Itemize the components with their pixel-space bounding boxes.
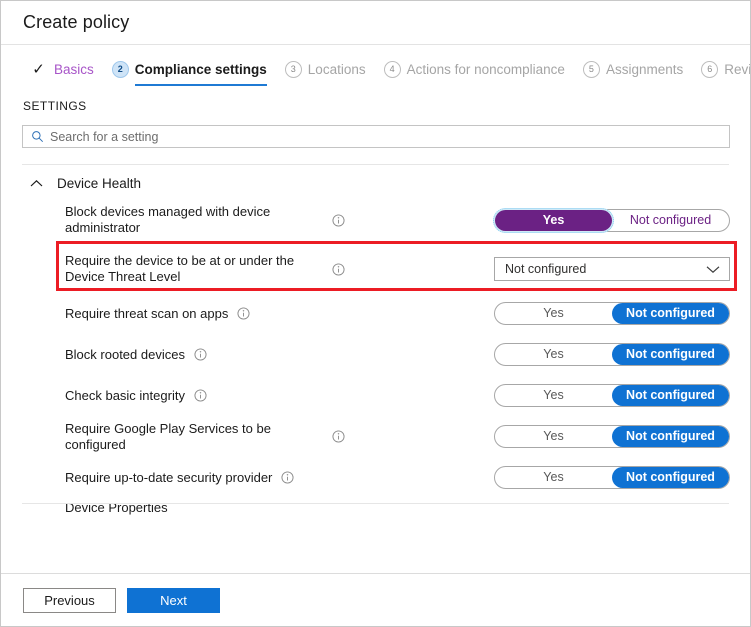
- toggle-check-basic-integrity[interactable]: Yes Not configured: [494, 384, 730, 407]
- dropdown-selected-value: Not configured: [505, 262, 587, 276]
- wizard-step-label: Actions for noncompliance: [406, 61, 565, 77]
- info-icon[interactable]: [237, 307, 250, 320]
- info-icon[interactable]: [281, 471, 294, 484]
- wizard-step-label: Basics: [54, 61, 94, 77]
- wizard-step-label: Assignments: [605, 61, 684, 77]
- dialog-title-bar: Create policy: [1, 1, 750, 45]
- step-number-badge: 3: [284, 60, 302, 78]
- toggle-option-yes[interactable]: Yes: [495, 303, 612, 324]
- toggle-option-not-configured[interactable]: Not configured: [612, 210, 729, 231]
- toggle-option-yes[interactable]: Yes: [493, 207, 614, 233]
- wizard-step-review[interactable]: 6 Review: [701, 52, 750, 86]
- setting-control: Yes Not configured: [494, 425, 730, 448]
- setting-row-block-device-administrator: Block devices managed with device admini…: [1, 195, 750, 245]
- setting-control: Yes Not configured: [493, 207, 730, 233]
- info-icon[interactable]: [194, 389, 207, 402]
- step-number-badge: 4: [383, 60, 401, 78]
- wizard-step-basics[interactable]: ✓ Basics: [29, 52, 103, 86]
- toggle-require-threat-scan-on-apps[interactable]: Yes Not configured: [494, 302, 730, 325]
- wizard-step-label: Locations: [307, 61, 366, 77]
- wizard-step-bar: ✓ Basics 2 Compliance settings 3 Locatio…: [1, 45, 750, 93]
- search-icon: [31, 130, 44, 143]
- check-icon: ✓: [32, 61, 45, 78]
- settings-rows: Block devices managed with device admini…: [1, 195, 750, 498]
- toggle-option-not-configured[interactable]: Not configured: [612, 344, 729, 365]
- setting-row-require-up-to-date-security-provider: Require up-to-date security provider Yes…: [1, 457, 750, 498]
- step-number-badge: 5: [582, 60, 600, 78]
- toggle-block-rooted-devices[interactable]: Yes Not configured: [494, 343, 730, 366]
- setting-control: Yes Not configured: [494, 466, 730, 489]
- info-icon[interactable]: [332, 430, 345, 443]
- chevron-down-icon: [706, 265, 720, 274]
- chevron-up-icon: [30, 179, 43, 188]
- toggle-option-not-configured[interactable]: Not configured: [612, 385, 729, 406]
- toggle-option-not-configured[interactable]: Not configured: [612, 303, 729, 324]
- wizard-step-actions-for-noncompliance[interactable]: 4 Actions for noncompliance: [383, 52, 574, 86]
- toggle-require-up-to-date-security-provider[interactable]: Yes Not configured: [494, 466, 730, 489]
- setting-control: Yes Not configured: [494, 384, 730, 407]
- toggle-option-yes[interactable]: Yes: [495, 344, 612, 365]
- active-step-underline: [134, 84, 267, 86]
- setting-row-device-threat-level: Require the device to be at or under the…: [1, 245, 750, 293]
- setting-label: Check basic integrity: [65, 387, 185, 403]
- setting-control: Yes Not configured: [494, 302, 730, 325]
- next-button[interactable]: Next: [127, 587, 220, 613]
- setting-label: Require up-to-date security provider: [65, 469, 273, 485]
- info-icon[interactable]: [332, 213, 345, 227]
- toggle-require-google-play-services[interactable]: Yes Not configured: [494, 425, 730, 448]
- group-header-device-properties-partial[interactable]: Device Properties: [1, 504, 750, 518]
- setting-control: Yes Not configured: [494, 343, 730, 366]
- toggle-option-not-configured[interactable]: Not configured: [612, 467, 729, 488]
- toggle-option-yes[interactable]: Yes: [495, 385, 612, 406]
- wizard-step-assignments[interactable]: 5 Assignments: [582, 52, 692, 86]
- info-icon[interactable]: [194, 348, 207, 361]
- wizard-step-locations[interactable]: 3 Locations: [284, 52, 375, 86]
- wizard-step-compliance-settings[interactable]: 2 Compliance settings: [111, 52, 276, 86]
- step-number-badge: 6: [701, 60, 719, 78]
- setting-label: Block devices managed with device admini…: [65, 204, 271, 235]
- group-title: Device Health: [57, 176, 142, 191]
- step-number-badge: 2: [111, 60, 129, 78]
- previous-button[interactable]: Previous: [23, 587, 116, 613]
- group-header-device-health[interactable]: Device Health: [1, 165, 750, 195]
- wizard-step-label: Compliance settings: [134, 61, 267, 77]
- setting-row-check-basic-integrity: Check basic integrity Yes Not configured: [1, 375, 750, 416]
- toggle-option-yes[interactable]: Yes: [495, 467, 612, 488]
- setting-label: Require threat scan on apps: [65, 305, 229, 321]
- search-container: [1, 113, 750, 148]
- setting-row-require-threat-scan-on-apps: Require threat scan on apps Yes Not conf…: [1, 293, 750, 334]
- setting-control: Not configured: [494, 257, 730, 281]
- setting-row-block-rooted-devices: Block rooted devices Yes Not configured: [1, 334, 750, 375]
- dropdown-device-threat-level[interactable]: Not configured: [494, 257, 730, 281]
- info-icon[interactable]: [332, 262, 345, 276]
- create-policy-dialog: Create policy ✓ Basics 2 Compliance sett…: [0, 0, 751, 627]
- setting-row-require-google-play-services: Require Google Play Services to be confi…: [1, 416, 750, 457]
- toggle-block-device-administrator[interactable]: Yes Not configured: [493, 207, 730, 233]
- dialog-footer: Previous Next: [1, 573, 750, 626]
- setting-label: Require Google Play Services to be confi…: [65, 420, 271, 452]
- setting-label: Block rooted devices: [65, 346, 185, 362]
- search-input[interactable]: [50, 129, 729, 144]
- page-title: Create policy: [23, 12, 130, 32]
- settings-heading: SETTINGS: [23, 99, 87, 113]
- wizard-step-label: Review: [724, 61, 750, 77]
- group-title: Device Properties: [65, 504, 168, 515]
- toggle-option-yes[interactable]: Yes: [495, 426, 612, 447]
- toggle-option-not-configured[interactable]: Not configured: [612, 426, 729, 447]
- setting-label: Require the device to be at or under the…: [65, 253, 295, 284]
- search-box[interactable]: [22, 125, 730, 148]
